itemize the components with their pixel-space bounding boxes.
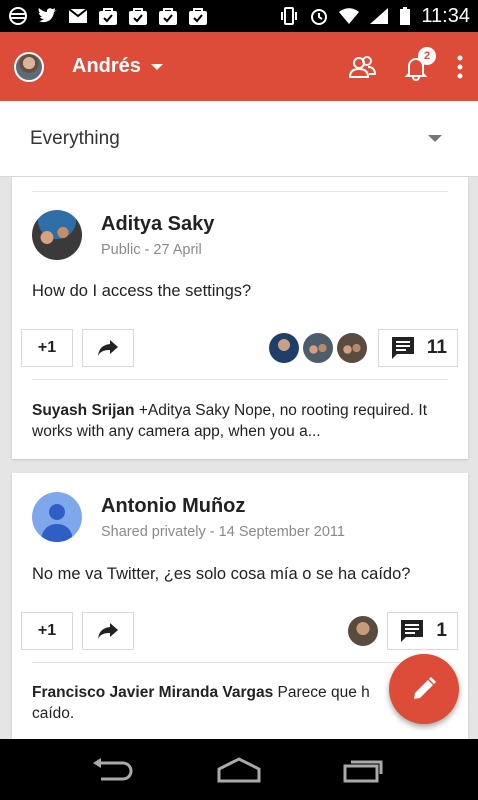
- store-update-icon: [129, 8, 147, 25]
- compose-button[interactable]: [389, 654, 459, 724]
- person-icon: [41, 504, 73, 542]
- share-button[interactable]: [82, 329, 134, 367]
- store-update-icon: [159, 8, 177, 25]
- gmail-icon: [68, 8, 88, 23]
- clock: 11:34: [421, 4, 470, 27]
- plus-one-button[interactable]: +1: [21, 612, 73, 650]
- notification-badge: 2: [418, 46, 436, 65]
- default-avatar[interactable]: [32, 492, 82, 542]
- recent-apps-icon[interactable]: [343, 757, 387, 783]
- stream-filter-dropdown[interactable]: Everything: [0, 101, 478, 177]
- comment-preview[interactable]: Francisco Javier Miranda Vargas Parece q…: [12, 682, 392, 724]
- twitter-icon: [38, 8, 57, 23]
- battery-icon: [400, 7, 411, 25]
- plus-oner-avatar[interactable]: [348, 616, 378, 646]
- plus-one-button[interactable]: +1: [21, 329, 73, 367]
- account-name: Andrés: [72, 55, 141, 77]
- comment-count: 11: [426, 337, 447, 358]
- system-navigation-bar: [0, 739, 478, 800]
- account-switcher[interactable]: Andrés: [72, 55, 163, 78]
- comment-icon: [401, 620, 424, 642]
- notifications-button[interactable]: 2: [402, 46, 436, 81]
- comments-button[interactable]: 11: [377, 329, 458, 367]
- chevron-down-icon: [150, 63, 163, 70]
- comment-author[interactable]: Suyash Srijan: [32, 402, 135, 419]
- post-card[interactable]: Aditya Saky Public - 27 April How do I a…: [12, 177, 468, 459]
- home-icon[interactable]: [216, 756, 262, 783]
- signal-icon: [370, 8, 389, 24]
- post-meta: Public - 27 April: [101, 241, 202, 258]
- divider: [32, 191, 448, 192]
- author-avatar[interactable]: [32, 210, 82, 260]
- tethering-icon: [9, 7, 27, 25]
- comment-preview[interactable]: Suyash Srijan +Aditya Saky Nope, no root…: [12, 400, 468, 442]
- store-update-icon: [189, 8, 207, 25]
- filter-label: Everything: [30, 127, 120, 149]
- divider: [32, 662, 448, 663]
- post-text: How do I access the settings?: [32, 282, 252, 300]
- communities-icon[interactable]: [348, 53, 376, 81]
- share-icon: [98, 623, 118, 639]
- back-icon[interactable]: [91, 757, 135, 783]
- alarm-icon: [311, 9, 328, 25]
- share-button[interactable]: [82, 612, 134, 650]
- comment-count: 1: [436, 620, 447, 641]
- post-meta: Shared privately - 14 September 2011: [101, 523, 345, 540]
- plus-oner-avatar[interactable]: [337, 333, 367, 363]
- status-bar: 11:34: [0, 0, 478, 32]
- vibrate-icon: [281, 7, 298, 25]
- comments-button[interactable]: 1: [387, 612, 458, 650]
- plus-oner-avatar[interactable]: [303, 333, 333, 363]
- divider: [32, 379, 448, 380]
- app-bar: Andrés 2: [0, 32, 478, 101]
- store-update-icon: [99, 8, 117, 25]
- post-feed[interactable]: Aditya Saky Public - 27 April How do I a…: [0, 177, 478, 739]
- comment-author[interactable]: Francisco Javier Miranda Vargas: [32, 684, 273, 701]
- comment-icon: [391, 337, 414, 359]
- overflow-menu-icon[interactable]: [456, 55, 464, 79]
- author-name[interactable]: Antonio Muñoz: [101, 495, 345, 518]
- share-icon: [98, 340, 118, 356]
- dropdown-arrow-icon: [428, 135, 442, 142]
- account-avatar[interactable]: [14, 51, 44, 82]
- wifi-icon: [339, 8, 360, 24]
- author-name[interactable]: Aditya Saky: [101, 213, 214, 236]
- plus-oner-avatar[interactable]: [269, 333, 299, 363]
- post-text: No me va Twitter, ¿es solo cosa mía o se…: [32, 565, 411, 583]
- pencil-icon: [414, 676, 437, 699]
